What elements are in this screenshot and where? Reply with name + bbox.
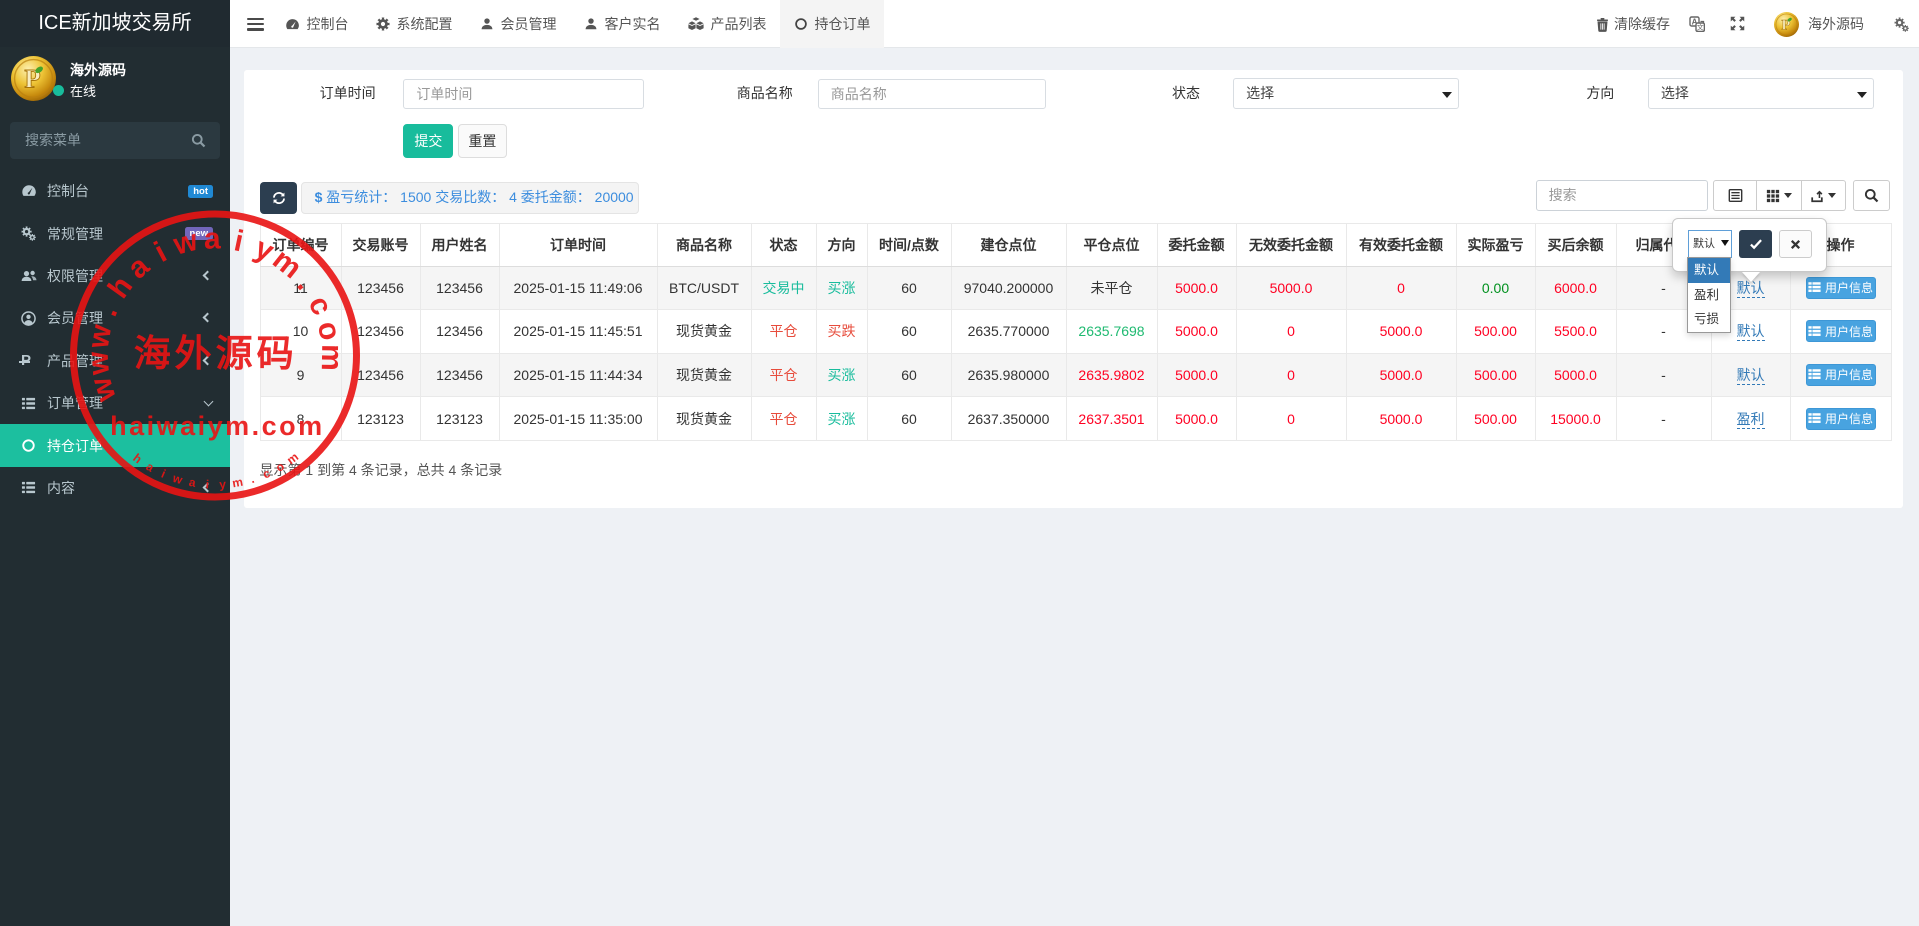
svg-text:a: a — [188, 475, 197, 490]
svg-text:a: a — [144, 459, 157, 475]
svg-text:m: m — [284, 450, 301, 468]
svg-text:w: w — [84, 373, 123, 407]
svg-text:i: i — [159, 467, 168, 481]
svg-text:h: h — [130, 451, 144, 467]
svg-text:i: i — [231, 224, 246, 258]
svg-text:w: w — [82, 322, 119, 352]
svg-text:.: . — [91, 301, 125, 321]
svg-text:haiwaiym.com: haiwaiym.com — [110, 411, 325, 441]
svg-text:o: o — [273, 459, 286, 475]
svg-text:w: w — [169, 224, 202, 262]
svg-text:.: . — [249, 472, 256, 486]
svg-text:c: c — [261, 466, 273, 482]
svg-text:m: m — [231, 475, 244, 491]
svg-text:海外源码: 海外源码 — [134, 333, 298, 374]
svg-text:i: i — [205, 477, 209, 491]
svg-text:o: o — [311, 318, 347, 343]
svg-text:a: a — [121, 249, 155, 285]
svg-text:w: w — [170, 471, 185, 488]
svg-text:m: m — [315, 344, 348, 371]
svg-text:i: i — [149, 236, 172, 269]
svg-text:c: c — [302, 291, 339, 320]
svg-text:y: y — [219, 477, 227, 491]
svg-text:w: w — [81, 350, 116, 377]
svg-text:a: a — [203, 222, 221, 255]
